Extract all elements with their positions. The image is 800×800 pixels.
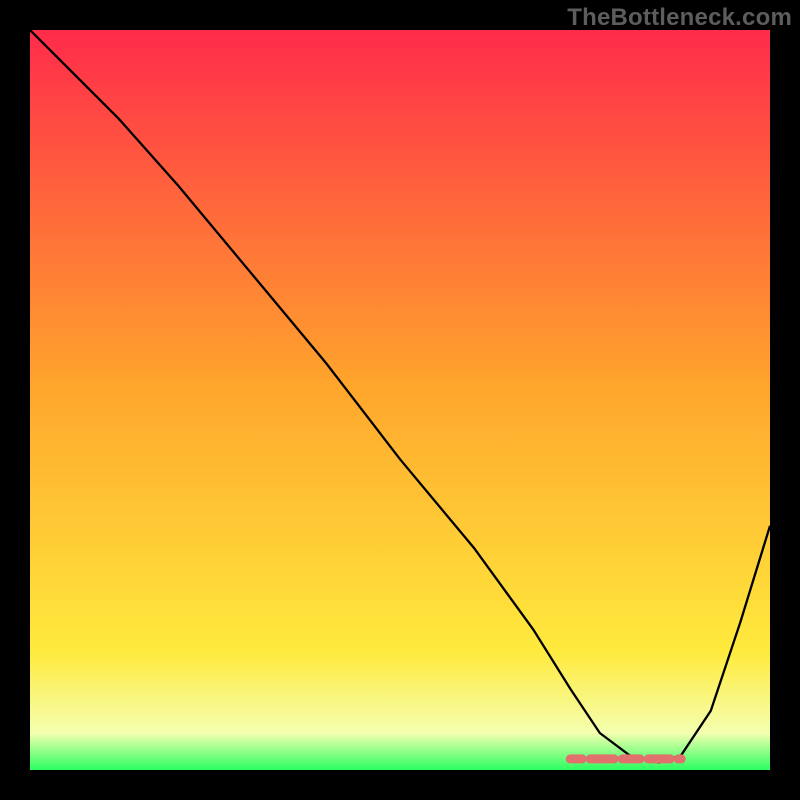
chart-frame: TheBottleneck.com bbox=[0, 0, 800, 800]
watermark-text: TheBottleneck.com bbox=[567, 4, 792, 32]
gradient-background bbox=[30, 30, 770, 770]
bottleneck-chart bbox=[30, 30, 770, 770]
